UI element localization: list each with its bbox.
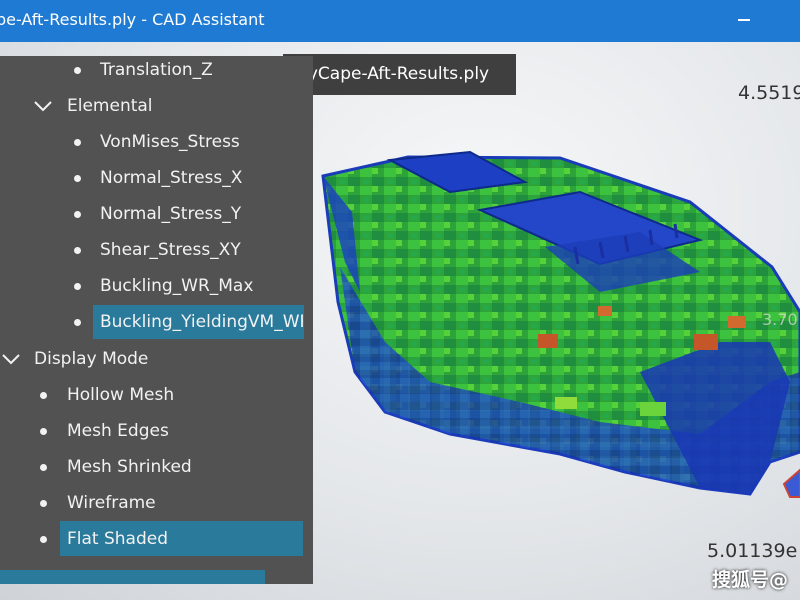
minimize-icon: [738, 19, 750, 21]
bullet-icon: [40, 464, 47, 471]
tree-item-label: Hollow Mesh: [67, 385, 175, 405]
tree-item-buckling-wr-max[interactable]: Buckling_WR_Max: [67, 270, 253, 302]
bullet-icon: [74, 247, 81, 254]
window-title: pe-Aft-Results.ply - CAD Assistant: [0, 10, 265, 29]
bullet-icon: [74, 139, 81, 146]
tree-group-label: Elemental: [67, 96, 153, 116]
tree-item-vonmises-stress[interactable]: VonMises_Stress: [67, 126, 240, 158]
chevron-down-icon: [34, 101, 52, 112]
title-bar: pe-Aft-Results.ply - CAD Assistant: [0, 0, 800, 42]
display-mode-mesh-shrinked[interactable]: Mesh Shrinked: [34, 451, 192, 483]
panel-scroll-strip[interactable]: [0, 570, 265, 584]
minimize-button[interactable]: [730, 8, 758, 34]
display-mode-wireframe[interactable]: Wireframe: [34, 487, 156, 519]
tree-item-normal-stress-x[interactable]: Normal_Stress_X: [67, 162, 242, 194]
tree-item-label: Flat Shaded: [67, 529, 169, 549]
bullet-icon: [74, 211, 81, 218]
model-tree-panel: Translation_Z Elemental VonMises_Stress …: [0, 56, 313, 584]
side-scale-label: 3.70: [762, 310, 798, 329]
bullet-icon: [74, 319, 81, 326]
tree-group-display-mode[interactable]: Display Mode: [0, 343, 148, 375]
tree-item-label: Buckling_WR_Max: [100, 276, 254, 296]
scale-max-value: 4.5519: [738, 82, 800, 104]
bullet-icon: [74, 283, 81, 290]
file-name-tab[interactable]: BabyCape-Aft-Results.ply: [283, 54, 516, 95]
tree-item-shear-stress-xy[interactable]: Shear_Stress_XY: [67, 234, 241, 266]
tree-item-buckling-yieldingvm-wr[interactable]: Buckling_YieldingVM_WR: [67, 306, 303, 338]
bullet-icon: [40, 392, 47, 399]
display-mode-flat-shaded[interactable]: Flat Shaded: [34, 523, 168, 555]
watermark-text: 搜狐号@: [712, 569, 789, 591]
tree-item-label: Normal_Stress_Y: [100, 204, 242, 224]
tree-item-label: Buckling_YieldingVM_WR: [100, 312, 303, 332]
bullet-icon: [74, 67, 81, 74]
tree-item-label: Mesh Shrinked: [67, 457, 192, 477]
chevron-down-icon: [2, 354, 20, 365]
tree-item-label: VonMises_Stress: [100, 132, 240, 152]
display-mode-mesh-edges[interactable]: Mesh Edges: [34, 415, 169, 447]
bullet-icon: [40, 536, 47, 543]
tree-group-label: Display Mode: [34, 349, 149, 369]
tree-item-label: Wireframe: [67, 493, 156, 513]
tree-group-elemental[interactable]: Elemental: [32, 90, 153, 122]
bullet-icon: [40, 500, 47, 507]
bullet-icon: [40, 428, 47, 435]
tree-item-label: Normal_Stress_X: [100, 168, 243, 188]
display-mode-hollow-mesh[interactable]: Hollow Mesh: [34, 379, 174, 411]
scale-min-value: 5.01139e: [707, 540, 798, 562]
bullet-icon: [74, 175, 81, 182]
tree-item-normal-stress-y[interactable]: Normal_Stress_Y: [67, 198, 241, 230]
tree-item-label: Translation_Z: [100, 60, 213, 80]
tree-item-label: Shear_Stress_XY: [100, 240, 241, 260]
tree-item-label: Mesh Edges: [67, 421, 169, 441]
tree-item-translation-z[interactable]: Translation_Z: [100, 56, 213, 86]
